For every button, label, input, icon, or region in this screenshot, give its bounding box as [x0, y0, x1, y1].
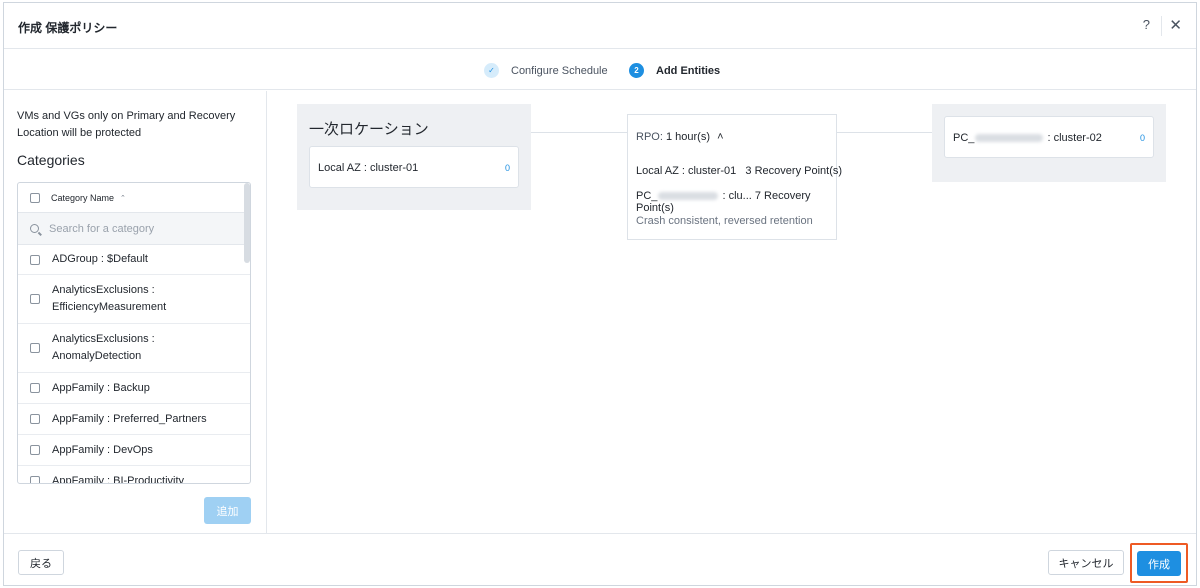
- step-number-badge: 2: [629, 63, 644, 78]
- connector-line: [531, 132, 627, 133]
- cluster-label: PC_ : cluster-02: [953, 132, 1102, 144]
- protection-note: VMs and VGs only on Primary and Recovery…: [17, 110, 236, 139]
- step-add-entities[interactable]: 2 Add Entities: [629, 63, 720, 78]
- back-button[interactable]: 戻る: [18, 550, 64, 575]
- step-configure-schedule[interactable]: ✓ Configure Schedule: [484, 63, 608, 78]
- step-label: Add Entities: [656, 64, 721, 77]
- protection-policy-dialog: 作成 保護ポリシー ? ✕ ✓ Configure Schedule 2 Add…: [3, 2, 1197, 586]
- list-item[interactable]: ADGroup : $Default: [18, 245, 250, 275]
- rpo-panel: RPO: 1 hour(s) ˄ Local AZ : cluster-01 3…: [627, 114, 842, 240]
- cluster-prefix: PC_: [953, 132, 975, 144]
- header-divider: [1161, 16, 1162, 36]
- item-label: AppFamily : DevOps: [52, 443, 153, 456]
- sort-icon[interactable]: ⌃: [120, 194, 126, 202]
- remote-prefix: PC_: [636, 190, 658, 202]
- primary-location: 一次ロケーション Local AZ : cluster-01 0: [297, 104, 531, 210]
- item-label: AppFamily : BI-Productivity: [52, 474, 185, 484]
- chevron-up-icon: ˄: [717, 131, 724, 143]
- add-category-button[interactable]: 追加: [204, 497, 251, 524]
- item-label: AppFamily : Backup: [52, 381, 150, 394]
- wizard-steps: ✓ Configure Schedule 2 Add Entities: [4, 50, 1196, 90]
- select-all-checkbox[interactable]: [30, 192, 40, 203]
- cluster-suffix: : cluster-02: [1044, 132, 1102, 144]
- create-button[interactable]: 作成: [1137, 551, 1181, 576]
- dialog-footer: 戻る キャンセル 作成: [4, 533, 1196, 587]
- cancel-button[interactable]: キャンセル: [1048, 550, 1124, 575]
- list-item[interactable]: AppFamily : DevOps: [18, 435, 250, 466]
- create-button-highlight: 作成: [1130, 543, 1188, 583]
- item-checkbox[interactable]: [30, 445, 40, 455]
- item-label: AnalyticsExclusions : AnomalyDetection: [52, 333, 155, 362]
- category-list[interactable]: Category Name ⌃ ADGroup : $Default Analy…: [17, 182, 251, 484]
- close-icon[interactable]: ✕: [1169, 16, 1182, 34]
- categories-panel: VMs and VGs only on Primary and Recovery…: [4, 91, 267, 533]
- list-item[interactable]: AppFamily : Preferred_Partners: [18, 404, 250, 435]
- entity-count: 0: [504, 163, 510, 173]
- rpo-note: Crash consistent, reversed retention: [636, 215, 813, 227]
- connector-line: [837, 132, 932, 133]
- dialog-header: 作成 保護ポリシー ? ✕: [4, 3, 1196, 49]
- item-checkbox[interactable]: [30, 383, 40, 393]
- list-item[interactable]: AnalyticsExclusions : EfficiencyMeasurem…: [18, 275, 250, 324]
- category-search-input[interactable]: [49, 222, 229, 235]
- help-icon[interactable]: ?: [1143, 17, 1150, 32]
- rpo-toggle[interactable]: RPO: 1 hour(s) ˄: [636, 131, 724, 143]
- primary-cluster-card[interactable]: Local AZ : cluster-01 0: [309, 146, 519, 188]
- check-icon: ✓: [484, 63, 499, 78]
- step-label: Configure Schedule: [511, 64, 608, 77]
- scrollbar[interactable]: [244, 183, 250, 263]
- item-label: AnalyticsExclusions : EfficiencyMeasurem…: [52, 284, 167, 313]
- redacted-text: [658, 192, 719, 201]
- column-header-category-name[interactable]: Category Name: [51, 193, 114, 203]
- list-item[interactable]: AppFamily : BI-Productivity: [18, 466, 250, 484]
- redacted-text: [975, 134, 1044, 143]
- rpo-label: RPO:: [636, 131, 663, 143]
- item-checkbox[interactable]: [30, 254, 40, 265]
- list-item[interactable]: AppFamily : Backup: [18, 373, 250, 404]
- rpo-value: 1 hour(s): [665, 131, 710, 143]
- recovery-location: PC_ : cluster-02 0: [932, 104, 1166, 182]
- category-list-header: Category Name ⌃: [18, 183, 250, 213]
- primary-location-title: 一次ロケーション: [309, 121, 429, 138]
- list-item[interactable]: AnalyticsExclusions : AnomalyDetection: [18, 324, 250, 373]
- dialog-title: 作成 保護ポリシー: [18, 21, 118, 35]
- category-search: [18, 213, 250, 245]
- rpo-remote-points: PC_ : clu... 7 Recovery Point(s): [636, 190, 836, 214]
- item-checkbox[interactable]: [30, 343, 40, 353]
- item-label: AppFamily : Preferred_Partners: [52, 412, 207, 425]
- cluster-label: Local AZ : cluster-01: [318, 162, 419, 174]
- search-icon: [30, 224, 39, 233]
- item-checkbox[interactable]: [30, 414, 40, 424]
- item-label: ADGroup : $Default: [52, 253, 148, 265]
- item-checkbox[interactable]: [30, 294, 40, 304]
- rpo-local-points: Local AZ : cluster-01 3 Recovery Point(s…: [636, 165, 843, 177]
- entity-count: 0: [1139, 133, 1145, 143]
- item-checkbox[interactable]: [30, 476, 40, 483]
- recovery-cluster-card[interactable]: PC_ : cluster-02 0: [944, 116, 1154, 158]
- categories-title: Categories: [17, 152, 85, 168]
